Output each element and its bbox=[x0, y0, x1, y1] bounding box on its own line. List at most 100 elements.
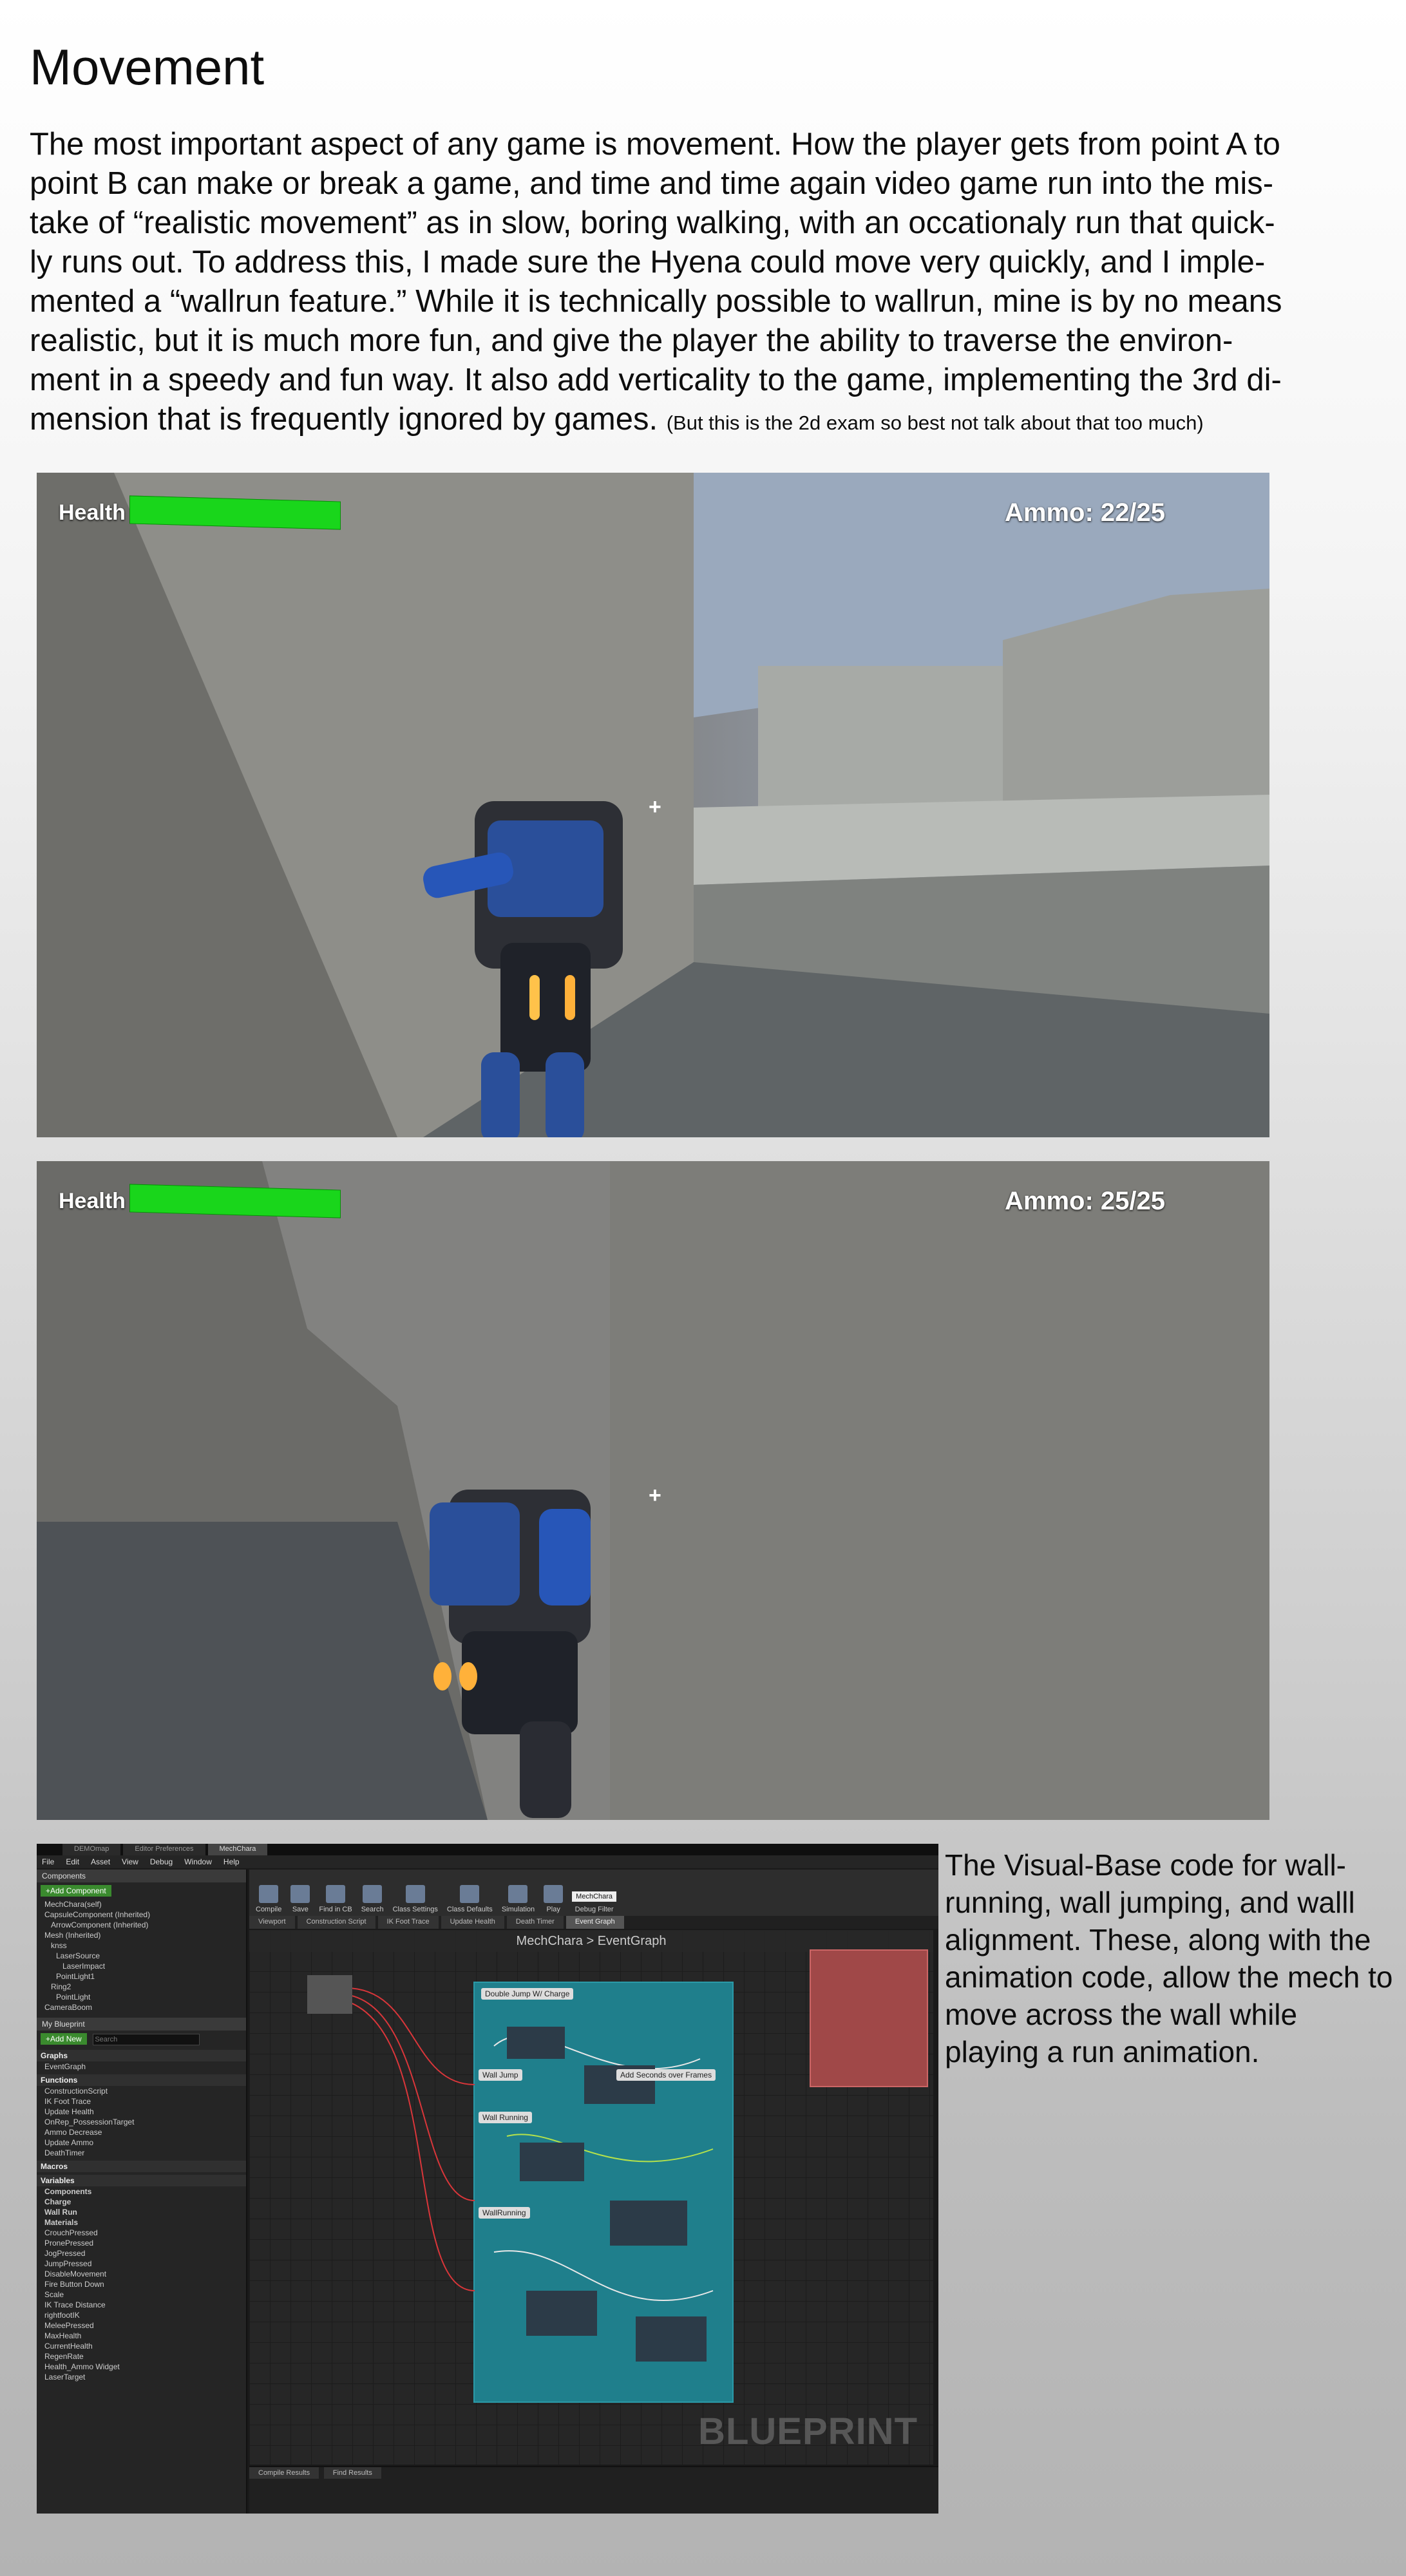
simulate-icon bbox=[508, 1885, 528, 1903]
find-icon bbox=[326, 1885, 346, 1903]
variable-item[interactable]: DisableMovement bbox=[37, 2269, 246, 2279]
comment-label[interactable]: Wall Running bbox=[479, 2112, 532, 2123]
variable-item[interactable]: CrouchPressed bbox=[37, 2228, 246, 2238]
menu-help[interactable]: Help bbox=[223, 1857, 240, 1866]
variable-item[interactable]: rightfootIK bbox=[37, 2310, 246, 2320]
menu-file[interactable]: File bbox=[42, 1857, 54, 1866]
variable-item[interactable]: RegenRate bbox=[37, 2351, 246, 2362]
variable-category[interactable]: Materials bbox=[37, 2217, 246, 2228]
comment-label[interactable]: Wall Jump bbox=[479, 2069, 522, 2081]
menu-debug[interactable]: Debug bbox=[150, 1857, 173, 1866]
editor-tab[interactable]: Editor Preferences bbox=[123, 1844, 205, 1855]
results-panel: Compile Results Find Results bbox=[249, 2466, 938, 2514]
variable-item[interactable]: LaserTarget bbox=[37, 2372, 246, 2382]
macros-section[interactable]: Macros bbox=[37, 2161, 246, 2172]
save-icon bbox=[290, 1885, 310, 1903]
function-item[interactable]: ConstructionScript bbox=[37, 2086, 246, 2096]
variable-category[interactable]: Wall Run bbox=[37, 2207, 246, 2217]
variable-item[interactable]: CurrentHealth bbox=[37, 2341, 246, 2351]
variable-category[interactable]: Charge bbox=[37, 2197, 246, 2207]
functions-section[interactable]: Functions bbox=[37, 2074, 246, 2086]
play-icon bbox=[544, 1885, 564, 1903]
function-item[interactable]: Update Health bbox=[37, 2107, 246, 2117]
compile-icon bbox=[259, 1885, 279, 1903]
tab-construction-script[interactable]: Construction Script bbox=[297, 1916, 375, 1929]
variable-item[interactable]: Fire Button Down bbox=[37, 2279, 246, 2289]
component-item[interactable]: LaserSource bbox=[37, 1951, 246, 1961]
toolbar-label: Class Defaults bbox=[446, 1906, 493, 1913]
variable-item[interactable]: JogPressed bbox=[37, 2248, 246, 2259]
simulation-button[interactable]: Simulation bbox=[502, 1885, 535, 1913]
variable-item[interactable]: JumpPressed bbox=[37, 2259, 246, 2269]
toolbar-label: Search bbox=[361, 1906, 384, 1913]
function-item[interactable]: OnRep_PossessionTarget bbox=[37, 2117, 246, 2127]
menu-view[interactable]: View bbox=[122, 1857, 138, 1866]
comment-label[interactable]: Add Seconds over Frames bbox=[616, 2069, 716, 2081]
page-title: Movement bbox=[30, 39, 265, 95]
component-item[interactable]: ArrowComponent (Inherited) bbox=[37, 1920, 246, 1930]
variables-section[interactable]: Variables bbox=[37, 2175, 246, 2186]
add-new-button[interactable]: +Add New bbox=[41, 2033, 87, 2045]
search-icon bbox=[363, 1885, 383, 1903]
component-item[interactable]: PointLight1 bbox=[37, 1971, 246, 1982]
intro-main-text: The most important aspect of any game is… bbox=[30, 127, 1282, 437]
ammo-counter: Ammo: 25/25 bbox=[1005, 1187, 1165, 1215]
function-item[interactable]: DeathTimer bbox=[37, 2148, 246, 2158]
find-in-cb-button[interactable]: Find in CB bbox=[319, 1885, 352, 1913]
component-item[interactable]: CameraBoom bbox=[37, 2002, 246, 2012]
debug-filter-label: Debug Filter bbox=[575, 1906, 614, 1913]
graphs-section[interactable]: Graphs bbox=[37, 2050, 246, 2061]
tab-find-results[interactable]: Find Results bbox=[323, 2467, 381, 2479]
comment-label[interactable]: WallRunning bbox=[479, 2207, 530, 2219]
component-item[interactable]: Ring2 bbox=[37, 1982, 246, 1992]
health-label: Health bbox=[59, 500, 126, 525]
editor-tab-strip: DEMOmap Editor Preferences MechChara bbox=[37, 1844, 938, 1855]
variable-item[interactable]: MaxHealth bbox=[37, 2331, 246, 2341]
editor-tab[interactable]: DEMOmap bbox=[62, 1844, 121, 1855]
component-item[interactable]: CapsuleComponent (Inherited) bbox=[37, 1909, 246, 1920]
debug-filter-select[interactable]: MechChara bbox=[572, 1891, 617, 1902]
variable-item[interactable]: IK Trace Distance bbox=[37, 2300, 246, 2310]
blueprint-search-input[interactable] bbox=[93, 2034, 200, 2045]
class-settings-button[interactable]: Class Settings bbox=[393, 1885, 438, 1913]
add-component-button[interactable]: +Add Component bbox=[41, 1885, 111, 1897]
graph-item[interactable]: EventGraph bbox=[37, 2061, 246, 2072]
variable-item[interactable]: Scale bbox=[37, 2289, 246, 2300]
health-hud: Health bbox=[59, 495, 341, 530]
component-item[interactable]: PointLight bbox=[37, 1992, 246, 2002]
component-item[interactable]: LaserImpact bbox=[37, 1961, 246, 1971]
tab-viewport[interactable]: Viewport bbox=[249, 1916, 295, 1929]
menu-asset[interactable]: Asset bbox=[91, 1857, 110, 1866]
class-defaults-button[interactable]: Class Defaults bbox=[447, 1885, 493, 1913]
component-item[interactable]: MechChara(self) bbox=[37, 1899, 246, 1909]
tab-death-timer[interactable]: Death Timer bbox=[506, 1916, 564, 1929]
tab-ik-foot-trace[interactable]: IK Foot Trace bbox=[377, 1916, 439, 1929]
tab-update-health[interactable]: Update Health bbox=[441, 1916, 504, 1929]
save-button[interactable]: Save bbox=[290, 1885, 310, 1913]
function-item[interactable]: IK Foot Trace bbox=[37, 2096, 246, 2107]
debug-filter[interactable]: MechChara Debug Filter bbox=[572, 1891, 617, 1913]
search-button[interactable]: Search bbox=[361, 1885, 384, 1913]
editor-tab[interactable]: MechChara bbox=[207, 1844, 268, 1855]
gear-icon bbox=[405, 1885, 425, 1903]
checklist-icon bbox=[460, 1885, 480, 1903]
component-item[interactable]: Mesh (Inherited) bbox=[37, 1930, 246, 1940]
blueprint-graph-canvas[interactable]: MechChara > EventGraph Double Jump W/ Ch… bbox=[249, 1930, 933, 2465]
editor-menu-bar: File Edit Asset View Debug Window Help bbox=[37, 1855, 938, 1868]
compile-button[interactable]: Compile bbox=[256, 1885, 281, 1913]
comment-label[interactable]: Double Jump W/ Charge bbox=[481, 1988, 574, 2000]
variable-item[interactable]: Health_Ammo Widget bbox=[37, 2362, 246, 2372]
variable-category[interactable]: Components bbox=[37, 2186, 246, 2197]
editor-left-panel: Components +Add Component MechChara(self… bbox=[37, 1870, 247, 2514]
play-button[interactable]: Play bbox=[544, 1885, 564, 1913]
tab-compile-results[interactable]: Compile Results bbox=[249, 2467, 319, 2479]
variable-item[interactable]: MeleePressed bbox=[37, 2320, 246, 2331]
my-blueprint-header: My Blueprint bbox=[37, 2018, 246, 2031]
tab-event-graph[interactable]: Event Graph bbox=[565, 1916, 624, 1929]
function-item[interactable]: Ammo Decrease bbox=[37, 2127, 246, 2137]
variable-item[interactable]: PronePressed bbox=[37, 2238, 246, 2248]
menu-window[interactable]: Window bbox=[184, 1857, 212, 1866]
function-item[interactable]: Update Ammo bbox=[37, 2137, 246, 2148]
component-item[interactable]: knss bbox=[37, 1940, 246, 1951]
menu-edit[interactable]: Edit bbox=[66, 1857, 79, 1866]
